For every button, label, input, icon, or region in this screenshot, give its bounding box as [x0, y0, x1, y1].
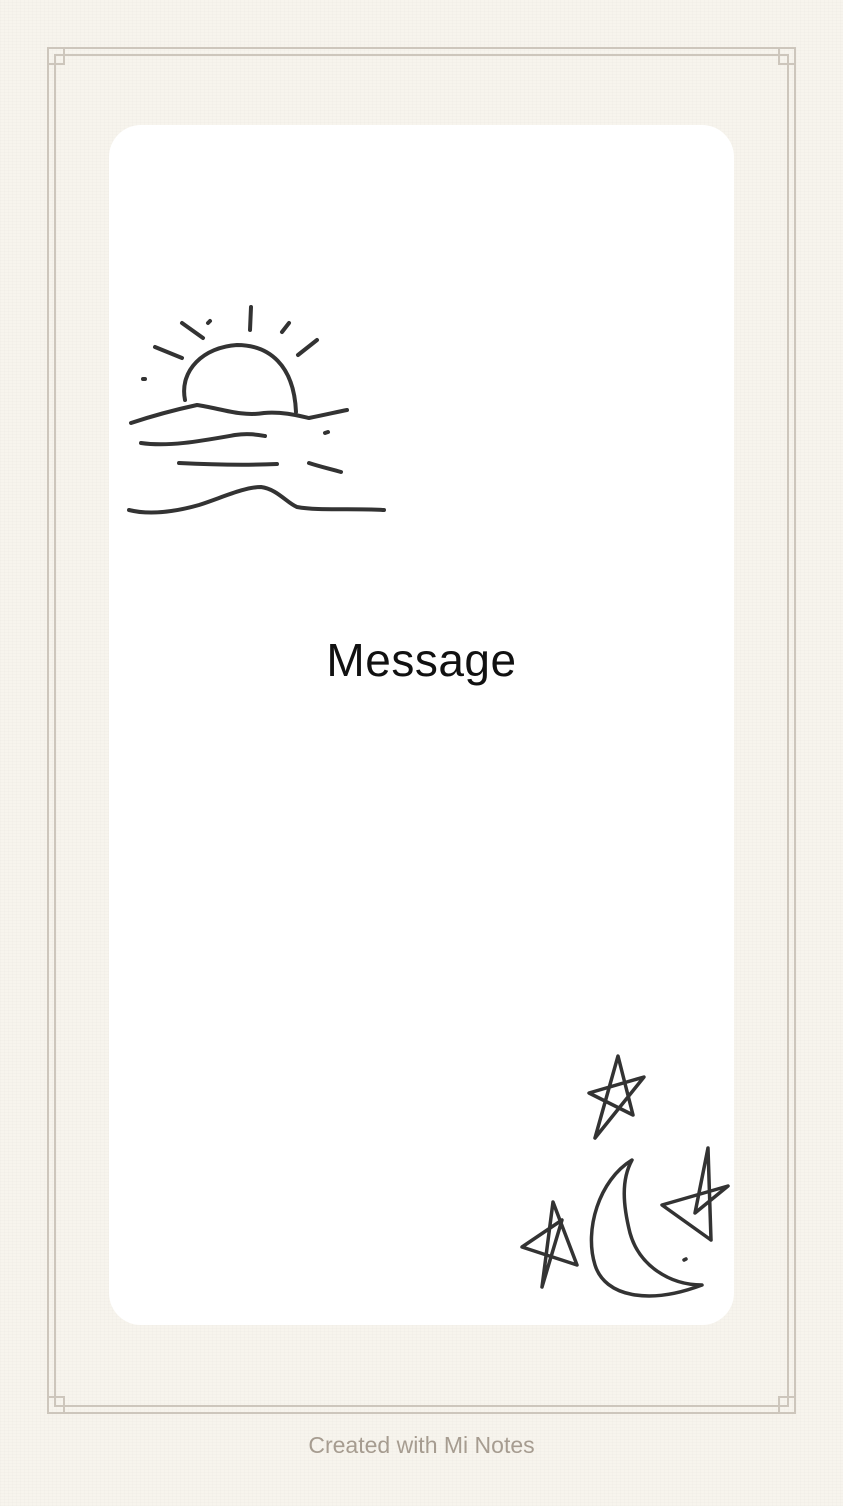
note-message[interactable]: Message — [109, 633, 734, 687]
card-doodles — [127, 305, 730, 1298]
crescent-moon-and-stars-icon — [520, 1054, 730, 1298]
footer-credit: Created with Mi Notes — [308, 1432, 535, 1458]
note-card[interactable]: Message — [109, 125, 734, 1325]
sunset-over-water-icon — [127, 305, 386, 515]
